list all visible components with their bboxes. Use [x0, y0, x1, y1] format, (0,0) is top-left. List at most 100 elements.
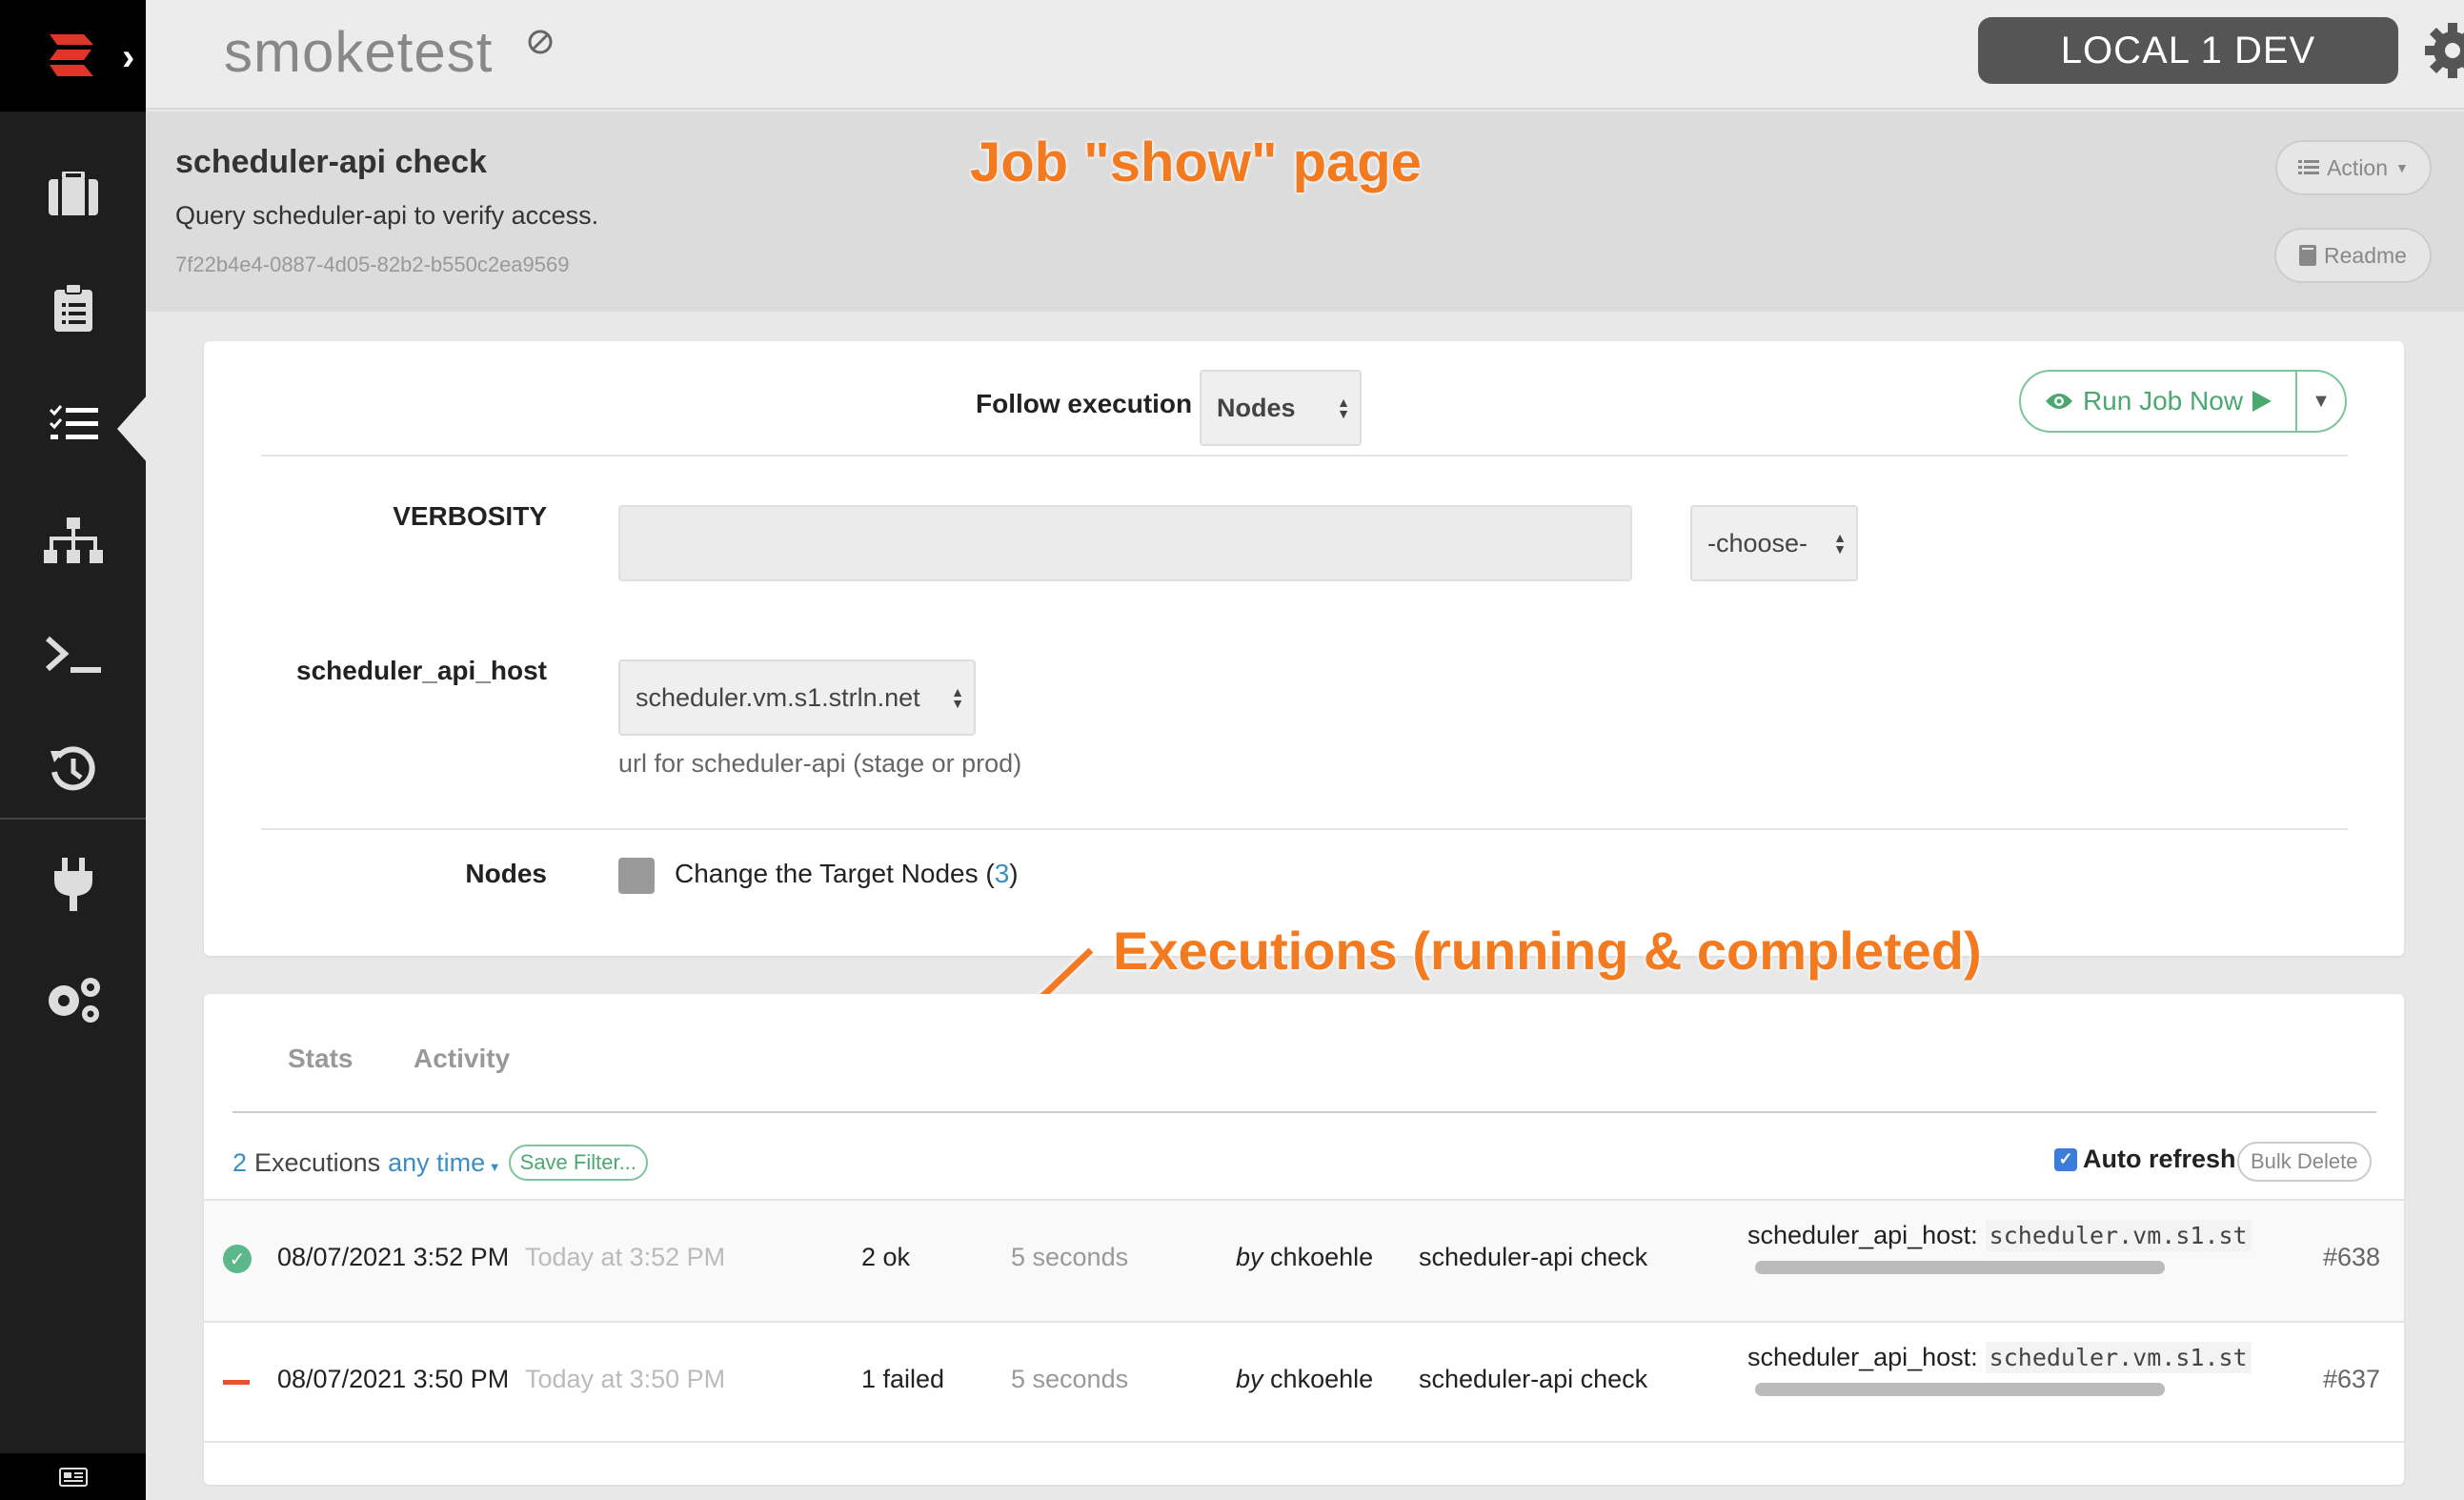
save-filter-button[interactable]: Save Filter...: [508, 1145, 648, 1181]
executions-count: 2: [232, 1147, 248, 1177]
cogs-icon: [48, 978, 100, 1023]
project-title[interactable]: smoketest: [224, 19, 493, 85]
host-label: scheduler_api_host: [296, 656, 547, 685]
execution-options: scheduler_api_host: scheduler.vm.s1.st: [1747, 1342, 2262, 1396]
play-icon: [2252, 391, 2272, 412]
verbosity-label: VERBOSITY: [393, 501, 547, 531]
execution-id[interactable]: #638: [2323, 1243, 2380, 1272]
time-filter-dropdown[interactable]: any time ▼: [388, 1148, 501, 1178]
top-header: smoketest LOCAL 1 DEV: [146, 0, 2464, 110]
follow-execution-value: Nodes: [1217, 393, 1296, 422]
time-filter-value: any time: [388, 1147, 486, 1177]
auto-refresh-label: Auto refresh: [2083, 1145, 2236, 1173]
action-dropdown-button[interactable]: Action ▼: [2275, 140, 2432, 195]
follow-execution-select[interactable]: Nodes ▲ ▼: [1200, 370, 1362, 446]
sidebar-item-activity[interactable]: [0, 745, 146, 795]
check-circle-icon: ✓: [223, 1245, 252, 1273]
execution-user-name: chkoehle: [1270, 1243, 1374, 1271]
tasks-list-icon: [49, 405, 98, 439]
execution-user: by chkoehle: [1236, 1365, 1373, 1394]
execution-job-name: scheduler-api check: [1419, 1365, 1648, 1393]
execution-duration: 5 seconds: [1011, 1243, 1129, 1271]
table-row[interactable]: 08/07/2021 3:50 PM Today at 3:50 PM 1 fa…: [204, 1321, 2404, 1443]
job-description: Query scheduler-api to verify access.: [175, 201, 599, 230]
brand-area[interactable]: ›: [0, 0, 146, 111]
run-job-form: Follow execution Nodes ▲ ▼ Run Job Now ▼ …: [204, 341, 2404, 956]
verbosity-choose-value: -choose-: [1707, 528, 1808, 557]
gear-icon[interactable]: [2423, 21, 2464, 80]
job-title: scheduler-api check: [175, 144, 487, 180]
job-uuid: 7f22b4e4-0887-4d05-82b2-b550c2ea9569: [175, 253, 570, 276]
execution-job-name: scheduler-api check: [1419, 1243, 1648, 1271]
tab-underline: [232, 1111, 2376, 1113]
host-value: scheduler.vm.s1.strln.net: [636, 682, 920, 712]
sidebar-item-dashboard[interactable]: [0, 284, 146, 332]
minus-failed-icon: [223, 1380, 250, 1385]
run-job-now-button[interactable]: Run Job Now: [2021, 372, 2297, 431]
readme-button[interactable]: Readme: [2274, 228, 2432, 283]
sidebar-item-settings[interactable]: [0, 972, 146, 1025]
execution-duration: 5 seconds: [1011, 1365, 1129, 1393]
newspaper-icon: [58, 1467, 88, 1487]
sidebar-item-plugins[interactable]: [0, 858, 146, 911]
circle-slash-icon: [528, 30, 553, 54]
annotation-job-show: Job "show" page: [970, 132, 1422, 193]
readme-label: Readme: [2324, 242, 2407, 268]
select-arrows-icon: ▲ ▼: [1833, 530, 1847, 557]
book-icon: [2299, 245, 2317, 266]
tab-stats[interactable]: Stats: [288, 1044, 353, 1074]
option-key: scheduler_api_host:: [1747, 1221, 1978, 1249]
caret-down-icon: ▼: [2395, 160, 2409, 175]
change-target-label[interactable]: Change the Target Nodes (3): [675, 859, 1019, 889]
executions-panel: Stats Activity 2 Executions any time ▼ S…: [204, 994, 2404, 1485]
option-value: scheduler.vm.s1.st: [1985, 1220, 2252, 1251]
active-item-pointer: [117, 395, 148, 463]
follow-execution-label: Follow execution: [976, 389, 1193, 418]
divider: [261, 828, 2348, 830]
option-line: scheduler_api_host: scheduler.vm.s1.st: [1747, 1342, 2262, 1373]
auto-refresh-checkbox[interactable]: ✓: [2054, 1147, 2077, 1171]
sidebar-divider: [0, 818, 146, 820]
change-target-text: Change the Target Nodes (: [675, 859, 995, 888]
verbosity-input[interactable]: [618, 505, 1632, 581]
table-row[interactable]: ✓ 08/07/2021 3:52 PM Today at 3:52 PM 2 …: [204, 1199, 2404, 1321]
sidebar-item-nodes[interactable]: [0, 517, 146, 563]
clipboard-icon: [53, 284, 92, 332]
history-icon: [50, 746, 95, 791]
sidebar-footer[interactable]: [0, 1453, 146, 1500]
select-arrows-icon: ▲ ▼: [1337, 395, 1350, 421]
execution-id[interactable]: #637: [2323, 1365, 2380, 1394]
by-label: by: [1236, 1365, 1263, 1393]
select-arrows-icon: ▲ ▼: [951, 684, 964, 711]
horizontal-scrollbar[interactable]: [1755, 1383, 2165, 1396]
by-label: by: [1236, 1243, 1263, 1271]
sidebar-item-projects[interactable]: [0, 172, 146, 215]
plug-icon: [53, 858, 92, 911]
nodes-label: Nodes: [465, 859, 547, 888]
annotation-executions: Executions (running & completed): [1113, 921, 1982, 981]
change-target-close: ): [1009, 859, 1019, 888]
sidebar-item-commands[interactable]: [0, 635, 146, 675]
verbosity-choose-select[interactable]: -choose- ▲ ▼: [1690, 505, 1858, 581]
host-help-text: url for scheduler-api (stage or prod): [618, 749, 1022, 778]
run-job-label: Run Job Now: [2082, 386, 2244, 416]
eye-icon: [2045, 394, 2072, 409]
expand-chevron-icon[interactable]: ›: [122, 38, 134, 76]
horizontal-scrollbar[interactable]: [1755, 1261, 2165, 1274]
option-key: scheduler_api_host:: [1747, 1343, 1978, 1371]
run-options-caret[interactable]: ▼: [2297, 391, 2345, 413]
sidebar: ›: [0, 0, 148, 1500]
execution-datetime: 08/07/2021 3:50 PM: [277, 1365, 510, 1393]
tab-activity[interactable]: Activity: [414, 1044, 510, 1074]
execution-result: 2 ok: [861, 1243, 911, 1271]
environment-badge: LOCAL 1 DEV: [1978, 17, 2398, 84]
target-node-count[interactable]: 3: [995, 859, 1010, 888]
auto-refresh-toggle[interactable]: ✓ Auto refresh: [2054, 1145, 2236, 1174]
briefcase-icon: [48, 172, 98, 215]
sitemap-icon: [43, 517, 103, 563]
host-select[interactable]: scheduler.vm.s1.strln.net ▲ ▼: [618, 659, 976, 736]
bulk-delete-button[interactable]: Bulk Delete: [2237, 1142, 2372, 1182]
action-label: Action: [2327, 154, 2389, 180]
change-target-checkbox[interactable]: [618, 858, 655, 894]
rundeck-logo-icon: [50, 34, 93, 76]
